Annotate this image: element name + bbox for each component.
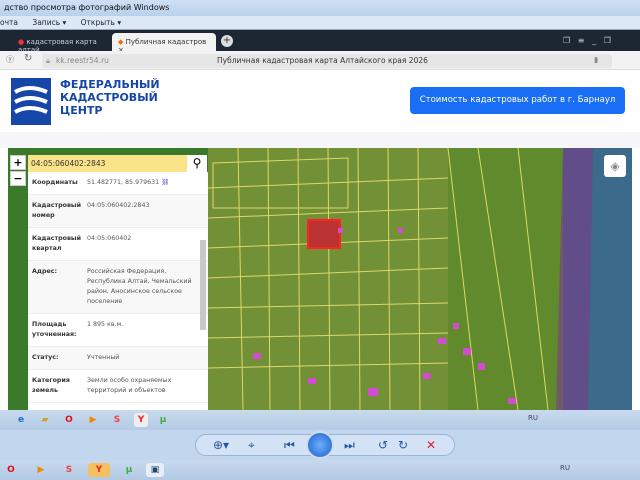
slideshow-button[interactable] (306, 431, 334, 459)
zoom-in-button[interactable]: + (10, 155, 26, 170)
viewer-controls: ⊕▾ ⌖ ⏮ ⏭ ↺ ↻ ✕ (195, 431, 455, 459)
app-icon[interactable]: S (110, 413, 124, 427)
rotate-left-icon[interactable]: ↺ (378, 438, 388, 452)
utorrent-icon[interactable]: µ (122, 463, 136, 477)
info-row-address: Адрес: Российская Федерация, Республика А… (28, 261, 208, 314)
app-icon[interactable]: S (62, 463, 76, 477)
window-controls[interactable]: ❐ ≡ _ ❐ (563, 36, 611, 45)
reload-icon[interactable]: ↻ (24, 53, 32, 64)
page-title: Публичная кадастровая карта Алтайского к… (217, 56, 428, 65)
info-row-area: Площадь уточненная: 1 895 кв.м. (28, 314, 208, 347)
browser-tab-bar: ● кадастровая карта алтай ◆ Публичная ка… (0, 30, 640, 54)
menu-mail[interactable]: очта (0, 18, 18, 27)
window-title: дство просмотра фотографий Windows (4, 3, 170, 12)
site-icon: ◆ (118, 38, 124, 46)
bookmark-icon[interactable]: ▮ (594, 55, 598, 64)
info-row-status: Статус: Учтенный (28, 347, 208, 370)
parcel-info: Координаты 51.482771, 85.979631 ⛓ Кадастр… (28, 172, 208, 410)
info-row-coordinates: Координаты 51.482771, 85.979631 ⛓ (28, 172, 208, 195)
url-field[interactable]: 🔒︎ kk.reestr54.ru Публичная кадастровая … (42, 54, 612, 68)
search-icon[interactable]: ⚲ (187, 155, 207, 172)
opera-icon[interactable]: O (4, 463, 18, 477)
menu-bar: очта Запись ▾ Открыть ▾ (0, 16, 640, 30)
logo-text: ФЕДЕРАЛЬНЫЙ КАДАСТРОВЫЙ ЦЕНТР (60, 78, 160, 117)
info-panel: + − 04:05:060402:2843 ⚲ Координаты 51.482… (10, 155, 208, 410)
yandex-logo-icon[interactable]: ⓨ (6, 54, 14, 65)
new-tab-icon[interactable]: + (221, 35, 233, 47)
zoom-out-button[interactable]: − (10, 171, 26, 186)
tab-yandex[interactable]: ● кадастровая карта алтай (12, 33, 112, 54)
window-title-bar: дство просмотра фотографий Windows (0, 0, 640, 16)
language-indicator[interactable]: RU (560, 464, 570, 472)
lock-icon: 🔒︎ (46, 56, 50, 65)
copy-coordinates-icon[interactable]: ⛓ (161, 179, 169, 186)
next-icon[interactable]: ⏭ (344, 438, 355, 453)
previous-icon[interactable]: ⏮ (284, 438, 295, 453)
delete-icon[interactable]: ✕ (426, 438, 436, 452)
upper-taskbar: e ▰ O ▶ S Y µ RU (0, 410, 640, 430)
zoom-icon[interactable]: ⊕▾ (213, 438, 229, 452)
ie-icon[interactable]: e (14, 413, 28, 427)
folder-icon[interactable]: ▰ (38, 413, 52, 427)
lower-taskbar: O ▶ S Y µ ▣ RU (0, 460, 640, 480)
photo-viewer-toolbar: ⊕▾ ⌖ ⏮ ⏭ ↺ ↻ ✕ (0, 430, 640, 460)
tab-active[interactable]: ◆ Публичная кадастров × (112, 33, 216, 54)
opera-icon[interactable]: O (62, 413, 76, 427)
cost-button[interactable]: Стоимость кадастровых работ в г. Барнаул (410, 87, 625, 114)
layers-button[interactable]: ◈ (604, 155, 626, 177)
utorrent-icon[interactable]: µ (156, 413, 170, 427)
url-text: kk.reestr54.ru (56, 56, 109, 65)
language-indicator[interactable]: RU (528, 414, 538, 422)
yandex-icon: ● (18, 38, 25, 46)
logo-icon (11, 78, 51, 125)
photo-viewer-icon[interactable]: ▣ (146, 463, 164, 477)
menu-record[interactable]: Запись ▾ (32, 18, 66, 27)
selected-parcel (307, 219, 341, 249)
player-icon[interactable]: ▶ (86, 413, 100, 427)
info-row-quarter: Кадастровый квартал 04:05:060402 (28, 228, 208, 261)
fit-icon[interactable]: ⌖ (248, 438, 255, 453)
yandex-browser-icon[interactable]: Y (134, 413, 148, 427)
rotate-right-icon[interactable]: ↻ (398, 438, 408, 452)
cadastral-search-input[interactable]: 04:05:060402:2843 (28, 155, 198, 172)
info-row-cadastral-number: Кадастровый номер 04:05:060402:2843 (28, 195, 208, 228)
yandex-browser-icon[interactable]: Y (88, 463, 110, 477)
address-bar: ⓨ ↻ 🔒︎ kk.reestr54.ru Публичная кадастро… (0, 51, 640, 70)
info-scrollbar[interactable] (200, 240, 206, 330)
menu-open[interactable]: Открыть ▾ (81, 18, 121, 27)
player-icon[interactable]: ▶ (34, 463, 48, 477)
info-row-category: Категория земель Земли особо охраняемых т… (28, 370, 208, 403)
spacer (0, 132, 640, 148)
layers-icon: ◈ (610, 159, 620, 173)
